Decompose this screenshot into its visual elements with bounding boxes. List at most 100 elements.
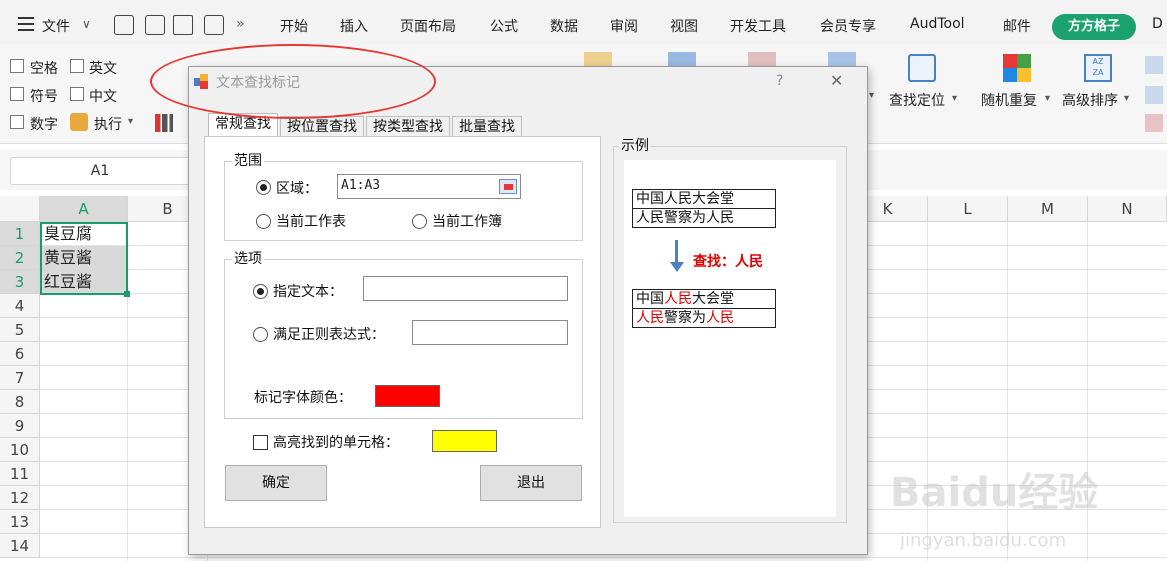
checkbox-number[interactable]	[10, 115, 24, 129]
radio-specified-text[interactable]	[253, 284, 268, 299]
tab-member[interactable]: 会员专享	[820, 16, 876, 36]
specified-text-input[interactable]	[363, 276, 568, 301]
select-all-corner[interactable]	[0, 196, 40, 222]
tab-batch-find[interactable]: 批量查找	[452, 116, 522, 137]
execute-icon[interactable]	[70, 113, 88, 131]
print-icon[interactable]	[173, 15, 193, 35]
checkbox-english[interactable]	[70, 59, 84, 73]
tab-data[interactable]: 数据	[550, 16, 578, 36]
find-locate-icon[interactable]	[908, 54, 936, 82]
save-icon[interactable]	[114, 15, 134, 35]
column-header-m[interactable]: M	[1008, 196, 1088, 222]
specified-text-label: 指定文本：	[273, 284, 343, 300]
row-header[interactable]: 6	[0, 342, 40, 366]
dropdown-icon[interactable]: ▾	[1124, 93, 1129, 104]
dropdown-icon[interactable]: ▾	[952, 93, 957, 104]
tab-developer[interactable]: 开发工具	[730, 16, 786, 36]
row-header[interactable]: 14	[0, 534, 40, 558]
watermark: Baidu经验	[890, 470, 1099, 516]
chevron-down-icon[interactable]: ∨	[82, 17, 91, 31]
example-after-2: 人民警察为人民	[632, 308, 776, 328]
row-header[interactable]: 7	[0, 366, 40, 390]
tab-review[interactable]: 审阅	[610, 16, 638, 36]
row-header[interactable]: 4	[0, 294, 40, 318]
tab-ffgz[interactable]: 方方格子	[1052, 14, 1136, 40]
highlight-label: 高亮找到的单元格：	[273, 435, 399, 451]
row-header[interactable]: 1	[0, 222, 40, 246]
column-header-n[interactable]: N	[1088, 196, 1167, 222]
radio-current-sheet[interactable]	[256, 214, 271, 229]
text-span: 警察为	[664, 310, 706, 326]
random-repeat-icon[interactable]	[1003, 54, 1031, 82]
tab-mail[interactable]: 邮件	[1003, 16, 1031, 36]
name-box[interactable]: A1	[10, 157, 190, 185]
regex-label: 满足正则表达式：	[273, 327, 385, 343]
dropdown-icon[interactable]: ▾	[1045, 93, 1050, 104]
checkbox-space[interactable]	[10, 59, 24, 73]
row-header[interactable]: 2	[0, 246, 40, 270]
tab-more[interactable]: D	[1152, 16, 1163, 32]
column-header-l[interactable]: L	[928, 196, 1008, 222]
execute-button[interactable]: 执行	[94, 114, 122, 134]
advanced-sort-icon[interactable]: AZ ZA	[1084, 54, 1112, 82]
tab-page-layout[interactable]: 页面布局	[400, 16, 456, 36]
tab-home[interactable]: 开始	[280, 16, 308, 36]
tab-type-find[interactable]: 按类型查找	[366, 116, 450, 137]
find-locate-button[interactable]: 查找定位	[889, 90, 945, 110]
example-before-2: 人民警察为人民	[632, 208, 776, 228]
example-after-1: 中国人民大会堂	[632, 289, 776, 309]
export-icon[interactable]	[145, 15, 165, 35]
gridline	[40, 557, 1167, 558]
tab-audtool[interactable]: AudTool	[910, 16, 965, 32]
row-header[interactable]: 8	[0, 390, 40, 414]
advanced-sort-button[interactable]: 高级排序	[1062, 90, 1118, 110]
column-header-a[interactable]: A	[40, 196, 128, 222]
ribbon-small-icon[interactable]	[1145, 86, 1163, 104]
file-menu[interactable]: 文件	[42, 16, 70, 36]
current-book-label: 当前工作簿	[432, 214, 502, 230]
range-picker-icon[interactable]	[499, 179, 517, 194]
highlight-color-picker[interactable]	[432, 430, 497, 452]
row-header[interactable]: 5	[0, 318, 40, 342]
radio-regex[interactable]	[253, 327, 268, 342]
row-header[interactable]: 12	[0, 486, 40, 510]
hamburger-icon[interactable]	[18, 17, 34, 31]
ribbon-small-icon[interactable]	[155, 114, 173, 132]
close-icon[interactable]: ✕	[830, 71, 843, 90]
exit-button[interactable]: 退出	[480, 465, 582, 501]
radio-current-book[interactable]	[412, 214, 427, 229]
mark-color-picker[interactable]	[375, 385, 440, 407]
tab-formulas[interactable]: 公式	[490, 16, 518, 36]
row-header[interactable]: 10	[0, 438, 40, 462]
print-preview-icon[interactable]	[204, 15, 224, 35]
row-header[interactable]: 3	[0, 270, 40, 294]
checkbox-chinese[interactable]	[70, 87, 84, 101]
row-header[interactable]: 13	[0, 510, 40, 534]
tab-position-find[interactable]: 按位置查找	[280, 116, 364, 137]
help-icon[interactable]: ?	[776, 73, 783, 89]
area-label: 区域：	[276, 181, 318, 197]
example-before-1: 中国人民大会堂	[632, 189, 776, 209]
ok-button[interactable]: 确定	[225, 465, 327, 501]
more-icon[interactable]: »	[236, 16, 245, 32]
tab-view[interactable]: 视图	[670, 16, 698, 36]
ribbon-small-icon[interactable]	[1145, 56, 1163, 74]
ribbon-small-icon[interactable]	[1145, 114, 1163, 132]
area-input[interactable]: A1:A3	[337, 174, 521, 199]
current-sheet-label: 当前工作表	[276, 214, 346, 230]
marked-text: 人民	[636, 310, 664, 326]
highlight-checkbox[interactable]	[253, 435, 268, 450]
row-header[interactable]: 9	[0, 414, 40, 438]
marked-text: 人民	[706, 310, 734, 326]
radio-area[interactable]	[256, 180, 271, 195]
fill-handle[interactable]	[124, 291, 130, 297]
execute-dropdown-icon[interactable]: ▾	[128, 116, 133, 127]
checkbox-symbol[interactable]	[10, 87, 24, 101]
dropdown-icon[interactable]: ▾	[869, 90, 874, 101]
marked-text: 人民	[664, 291, 692, 307]
label-space: 空格	[30, 61, 58, 77]
regex-input[interactable]	[412, 320, 568, 345]
tab-insert[interactable]: 插入	[340, 16, 368, 36]
random-repeat-button[interactable]: 随机重复	[981, 90, 1037, 110]
row-header[interactable]: 11	[0, 462, 40, 486]
